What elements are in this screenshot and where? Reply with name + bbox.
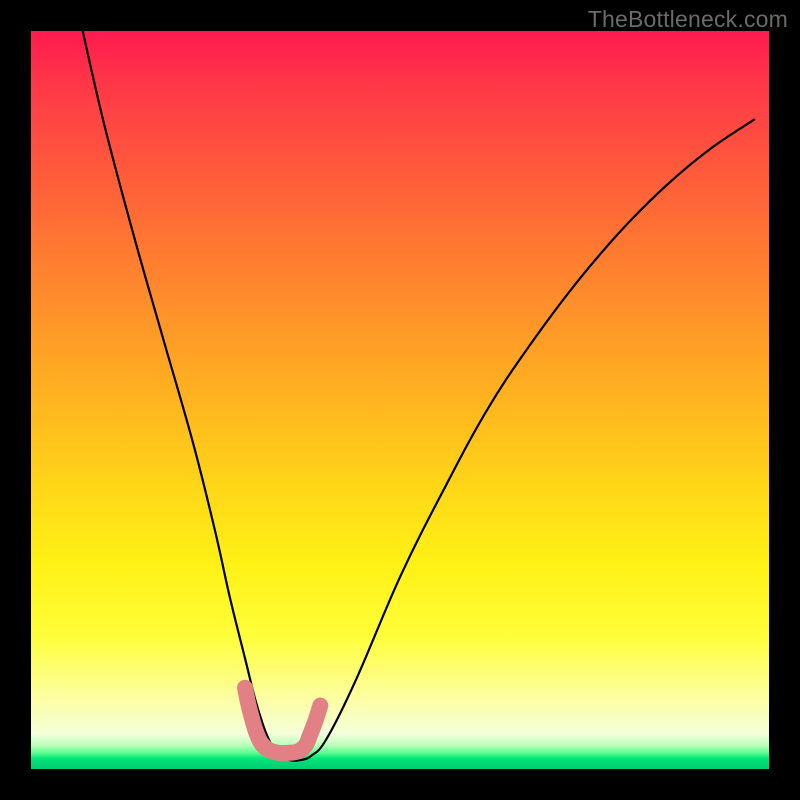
valley-marker	[245, 688, 320, 753]
plot-area	[31, 31, 769, 769]
bottleneck-curve	[83, 31, 755, 761]
chart-svg	[31, 31, 769, 769]
chart-frame: TheBottleneck.com	[0, 0, 800, 800]
watermark-text: TheBottleneck.com	[588, 6, 788, 33]
